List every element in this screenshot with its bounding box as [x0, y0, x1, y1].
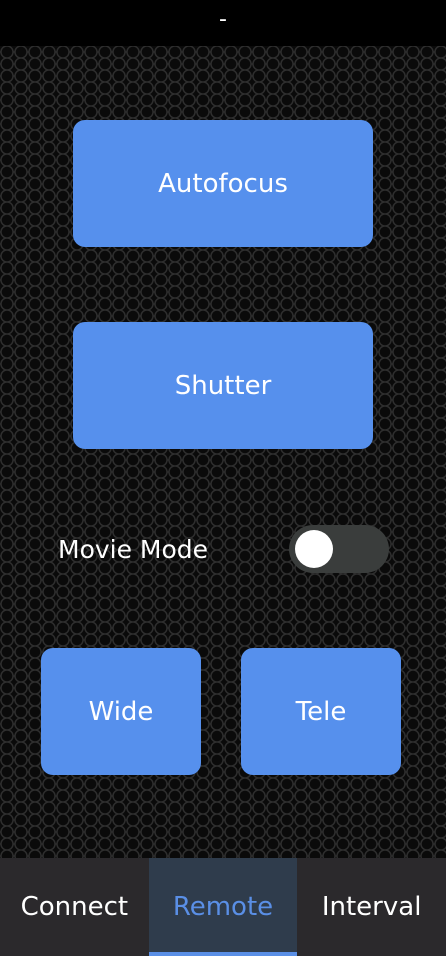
- bottom-tab-bar: Connect Remote Interval: [0, 858, 446, 956]
- tab-interval-label: Interval: [321, 892, 422, 922]
- tab-connect-label: Connect: [20, 892, 129, 922]
- title-bar: -: [0, 0, 446, 46]
- remote-panel: Autofocus Shutter Movie Mode Wide Tele: [0, 46, 446, 858]
- tab-connect[interactable]: Connect: [0, 858, 149, 956]
- tab-interval[interactable]: Interval: [297, 858, 446, 956]
- app-screen: - Autofocus Shutter Movie Mode Wide Tele…: [0, 0, 446, 956]
- shutter-button[interactable]: Shutter: [73, 322, 373, 449]
- wide-button[interactable]: Wide: [41, 648, 201, 775]
- app-title: -: [219, 7, 227, 32]
- movie-mode-label: Movie Mode: [58, 535, 209, 564]
- tab-remote[interactable]: Remote: [148, 858, 298, 956]
- tab-remote-label: Remote: [172, 892, 274, 922]
- tele-button-label: Tele: [295, 696, 347, 727]
- toggle-knob: [295, 530, 333, 568]
- wide-button-label: Wide: [88, 696, 154, 727]
- shutter-button-label: Shutter: [174, 370, 272, 401]
- autofocus-button[interactable]: Autofocus: [73, 120, 373, 247]
- movie-mode-toggle[interactable]: [289, 525, 389, 573]
- tele-button[interactable]: Tele: [241, 648, 401, 775]
- autofocus-button-label: Autofocus: [158, 168, 288, 199]
